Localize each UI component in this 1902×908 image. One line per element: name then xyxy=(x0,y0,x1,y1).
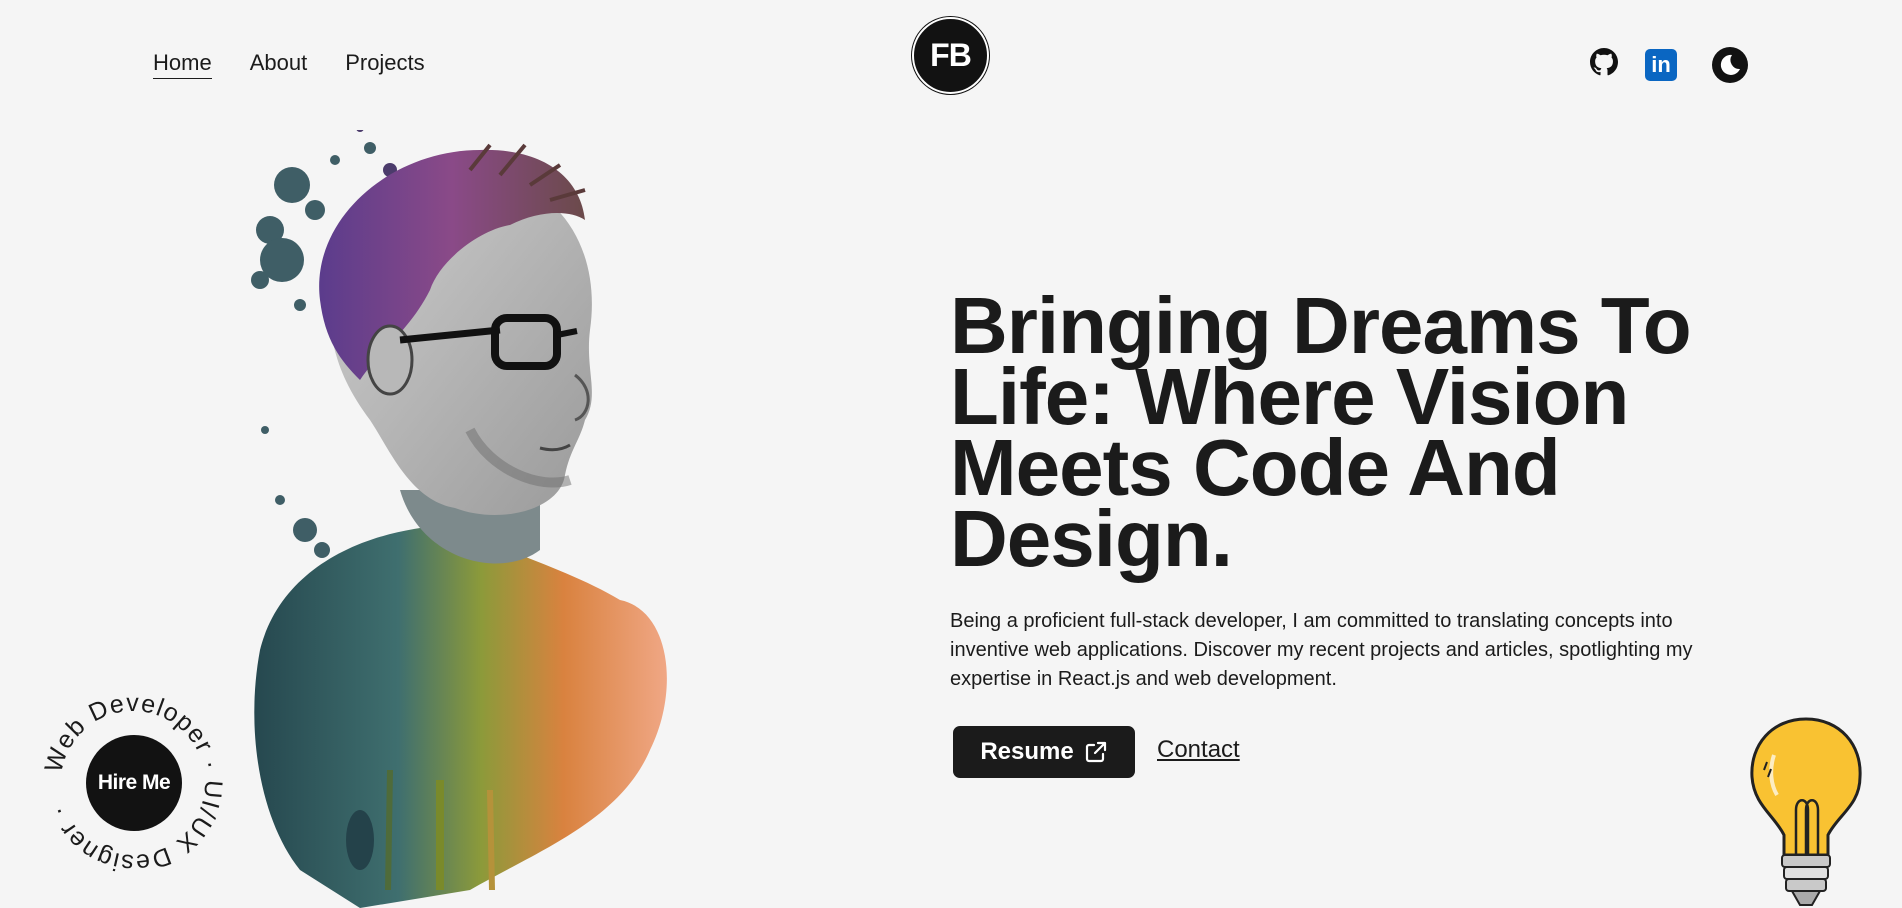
resume-label: Resume xyxy=(980,738,1074,765)
moon-svg xyxy=(1720,54,1740,75)
hire-me-button[interactable]: Hire Me xyxy=(86,735,182,831)
external-link-icon xyxy=(1085,741,1106,763)
profile-portrait-illustration xyxy=(251,130,667,908)
resume-button[interactable]: Resume xyxy=(953,726,1135,778)
logo[interactable]: FB xyxy=(912,17,989,94)
hire-me-label: Hire Me xyxy=(97,771,171,794)
main-nav: Home About Projects xyxy=(153,50,425,79)
hero-description: Being a proficient full-stack developer,… xyxy=(950,610,1693,690)
linkedin-icon[interactable]: in xyxy=(1645,49,1677,81)
hero-headline: Bringing Dreams To Life: Where Vision Me… xyxy=(950,281,1692,583)
logo-text: FB xyxy=(930,37,972,73)
hire-me-badge: Web Developer · UI/UX Designer · Hire Me xyxy=(38,688,228,878)
linkedin-text: in xyxy=(1651,52,1671,77)
page: Home About Projects FB in Bringing Dream… xyxy=(0,0,1902,908)
nav-projects-link[interactable]: Projects xyxy=(345,50,424,79)
github-icon[interactable] xyxy=(1589,47,1619,77)
light-bulb-icon xyxy=(1750,717,1862,906)
github-logo-svg xyxy=(1590,48,1618,76)
nav-home-link[interactable]: Home xyxy=(153,50,212,79)
contact-link[interactable]: Contact xyxy=(1157,736,1240,764)
moon-icon[interactable] xyxy=(1712,47,1748,83)
nav-about-link[interactable]: About xyxy=(250,50,308,79)
